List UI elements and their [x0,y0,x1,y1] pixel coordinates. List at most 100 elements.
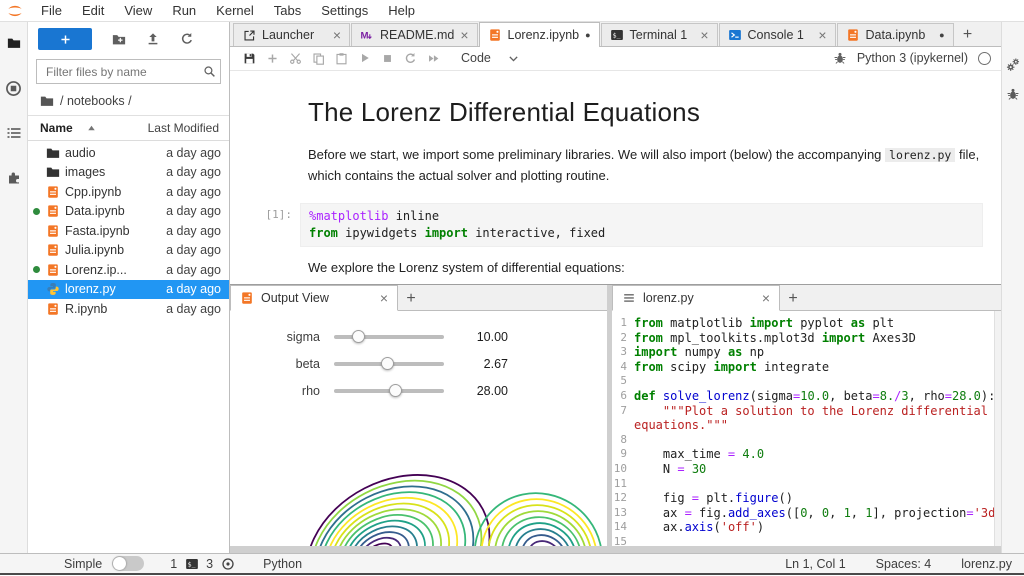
tab-label: README.md [380,28,455,42]
restart-icon [404,51,418,65]
cut-icon [289,51,303,65]
file-row-cpp-ipynb[interactable]: Cpp.ipynb a day ago [28,182,229,202]
tab-data-ipynb[interactable]: Data.ipynb ● [836,23,954,46]
activity-extensions[interactable] [5,169,23,187]
slider-track[interactable] [334,383,444,397]
file-row-r-ipynb[interactable]: R.ipynb a day ago [28,299,229,319]
indent-indicator[interactable]: Spaces: 4 [876,557,932,571]
menu-kernel[interactable]: Kernel [206,3,264,18]
file-row-lorenz-ip-[interactable]: Lorenz.ip... a day ago [28,260,229,280]
line-number: 14 [613,520,627,534]
kernel-status-icon[interactable] [978,51,991,65]
file-modified: a day ago [166,243,221,258]
column-header-modified[interactable]: Last Modified [148,121,219,135]
file-row-lorenz-py[interactable]: lorenz.py a day ago [28,279,229,299]
file-modified: a day ago [166,184,221,199]
file-list-header: Name Last Modified [28,115,229,141]
add-tab-button[interactable]: + [398,287,424,310]
kernel-name[interactable]: Python 3 (ipykernel) [857,51,968,65]
close-icon[interactable]: × [700,28,708,42]
file-row-images[interactable]: images a day ago [28,163,229,183]
session-counts[interactable]: 1 $_ 3 [170,556,235,571]
activity-running-sessions[interactable] [5,79,23,97]
menu-settings[interactable]: Settings [311,3,378,18]
slider-handle[interactable] [352,329,366,343]
search-icon [203,65,216,79]
code-text: from mpl_toolkits.mplot3d import Axes3D [634,330,916,345]
notebook-document: The Lorenz Differential Equations Before… [230,70,1001,284]
upload-button[interactable] [136,28,170,50]
file-name: Cpp.ipynb [65,184,122,199]
add-tab-button[interactable]: + [955,23,981,46]
tab-launcher[interactable]: Launcher × [233,23,350,46]
code-line: 12 fig = plt.figure() [612,491,1001,506]
slider-track[interactable] [334,329,444,343]
code-line: equations.""" [612,418,1001,433]
run-cell-button[interactable] [353,48,376,68]
slider-handle[interactable] [388,383,402,397]
tab-readme-md[interactable]: M README.md × [351,23,478,46]
language-indicator[interactable]: Python [263,557,302,571]
cut-cells-button[interactable] [284,48,307,68]
file-list: audio a day ago images a day ago Cpp.ipynb a … [28,141,229,553]
tab-output-view[interactable]: Output View × [230,285,398,311]
file-modified: a day ago [166,262,221,277]
file-row-data-ipynb[interactable]: Data.ipynb a day ago [28,202,229,222]
add-icon [58,32,72,46]
activity-table-of-contents[interactable] [5,124,23,142]
kernel-count: 3 [206,556,214,571]
column-header-name[interactable]: Name [40,121,96,135]
save-button[interactable] [238,48,261,68]
debugger-bug-icon[interactable] [833,51,847,65]
tab-lorenz-py[interactable]: lorenz.py × [612,285,780,311]
tab-terminal-1[interactable]: $_ Terminal 1 × [600,23,718,46]
interrupt-kernel-button[interactable] [376,48,399,68]
close-icon[interactable]: × [762,291,770,305]
breadcrumb[interactable]: / notebooks / [28,86,229,115]
close-icon[interactable]: × [380,291,388,305]
tab-console-1[interactable]: Console 1 × [718,23,836,46]
menu-file[interactable]: File [31,3,72,18]
folder-icon [46,146,60,160]
jupyterlab-window: FileEditViewRunKernelTabsSettingsHelp / … [0,0,1024,575]
restart-kernel-button[interactable] [399,48,422,68]
simple-mode-toggle[interactable] [112,556,145,571]
cell-type-dropdown[interactable]: Code [461,51,521,65]
slider-track[interactable] [334,356,444,370]
insert-cell-button[interactable] [261,48,284,68]
menu-edit[interactable]: Edit [72,3,114,18]
file-row-fasta-ipynb[interactable]: Fasta.ipynb a day ago [28,221,229,241]
close-icon[interactable]: × [460,28,468,42]
menu-run[interactable]: Run [162,3,206,18]
close-icon[interactable]: × [818,28,826,42]
code-editor[interactable]: 1 from matplotlib import pyplot as plt 2 fr… [612,311,1001,546]
refresh-button[interactable] [170,28,204,50]
editor-scrollbar[interactable] [994,311,1001,546]
paste-cells-button[interactable] [330,48,353,68]
slider-value: 10.00 [476,329,508,344]
right-bar-debugger[interactable] [1005,86,1021,102]
code-line: 6 def solve_lorenz(sigma=10.0, beta=8./3,… [612,389,1001,404]
menu-tabs[interactable]: Tabs [264,3,311,18]
new-launcher-button[interactable] [38,28,92,50]
right-activity-bar [1001,22,1024,553]
filter-files-input[interactable] [44,63,203,80]
add-tab-button[interactable]: + [780,287,806,310]
code-text: N = 30 [634,461,707,476]
cursor-position[interactable]: Ln 1, Col 1 [785,557,845,571]
run-all-button[interactable] [422,48,445,68]
close-icon[interactable]: × [333,28,341,42]
right-bar-property-inspector[interactable] [1005,56,1021,72]
menu-help[interactable]: Help [378,3,425,18]
file-row-audio[interactable]: audio a day ago [28,143,229,163]
activity-files[interactable] [5,34,23,52]
tab-lorenz-ipynb[interactable]: Lorenz.ipynb ● [478,22,600,47]
slider-handle[interactable] [380,356,394,370]
text-file-icon [622,291,636,305]
copy-cells-button[interactable] [307,48,330,68]
menu-view[interactable]: View [114,3,162,18]
new-folder-button[interactable] [102,28,136,50]
file-row-julia-ipynb[interactable]: Julia.ipynb a day ago [28,241,229,261]
editor-body-wrap: 1 from matplotlib import pyplot as plt 2 fr… [612,311,1001,546]
code-cell-input[interactable]: %matplotlib inline from ipywidgets import… [300,202,983,247]
